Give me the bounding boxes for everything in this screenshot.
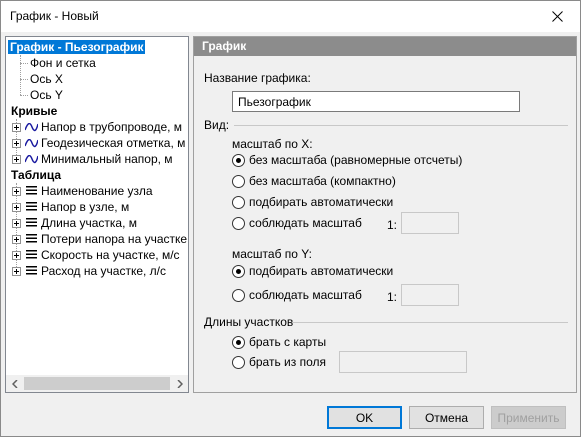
horizontal-scrollbar[interactable] bbox=[6, 375, 188, 392]
window-title: График - Новый bbox=[10, 9, 99, 23]
expand-icon[interactable] bbox=[12, 219, 21, 228]
tree-item-column-flow[interactable]: Расход на участке, л/с bbox=[41, 263, 166, 279]
tree-connector bbox=[20, 55, 21, 95]
scale-x-uniform-radio[interactable]: без масштаба (равномерные отсчеты) bbox=[232, 153, 462, 167]
radio-icon bbox=[232, 355, 245, 369]
tree-item-column-node-name[interactable]: Наименование узла bbox=[41, 183, 153, 199]
scale-x-auto-radio[interactable]: подбирать автоматически bbox=[232, 195, 393, 209]
scale-x-label: масштаб по X: bbox=[232, 137, 313, 151]
scale-x-ratio-label: 1: bbox=[387, 218, 398, 232]
radio-icon bbox=[232, 195, 245, 209]
view-group-label: Вид: bbox=[204, 118, 230, 132]
radio-selected-icon bbox=[232, 264, 245, 278]
column-icon bbox=[26, 202, 37, 211]
scale-y-label: масштаб по Y: bbox=[232, 247, 312, 261]
scroll-right-button[interactable] bbox=[171, 375, 188, 392]
tree-item-curve-pipeline-head[interactable]: Напор в трубопроводе, м bbox=[41, 119, 182, 135]
scale-x-ratio-input[interactable] bbox=[401, 212, 459, 234]
expand-icon[interactable] bbox=[12, 139, 21, 148]
column-icon bbox=[26, 234, 37, 243]
curve-icon bbox=[25, 139, 38, 148]
tree-connector bbox=[20, 63, 28, 64]
scale-y-fixed-radio[interactable]: соблюдать масштаб bbox=[232, 288, 362, 302]
lengths-field-select[interactable] bbox=[339, 351, 467, 373]
tree-group-table[interactable]: Таблица bbox=[11, 167, 61, 183]
tree-item-column-node-head[interactable]: Напор в узле, м bbox=[41, 199, 129, 215]
expand-icon[interactable] bbox=[12, 235, 21, 244]
expand-icon[interactable] bbox=[12, 187, 21, 196]
lengths-from-map-radio[interactable]: брать с карты bbox=[232, 335, 326, 349]
close-button[interactable] bbox=[534, 1, 580, 32]
lengths-group-label: Длины участков bbox=[204, 315, 294, 329]
expand-icon[interactable] bbox=[12, 267, 21, 276]
tree-item-curve-geodetic[interactable]: Геодезическая отметка, м bbox=[41, 135, 185, 151]
cancel-button[interactable]: Отмена bbox=[409, 406, 484, 429]
tree-item-column-velocity[interactable]: Скорость на участке, м/с bbox=[41, 247, 180, 263]
expand-icon[interactable] bbox=[12, 203, 21, 212]
column-icon bbox=[26, 186, 37, 195]
scroll-left-button[interactable] bbox=[6, 375, 23, 392]
lengths-from-field-radio[interactable]: брать из поля bbox=[232, 355, 326, 369]
radio-icon bbox=[232, 174, 245, 188]
tree-item-column-section-length[interactable]: Длина участка, м bbox=[41, 215, 137, 231]
tree-connector bbox=[20, 95, 28, 96]
tree-item-background-grid[interactable]: Фон и сетка bbox=[30, 55, 96, 71]
tree-item-curve-min-head[interactable]: Минимальный напор, м bbox=[41, 151, 173, 167]
scale-y-auto-radio[interactable]: подбирать автоматически bbox=[232, 264, 393, 278]
chevron-left-icon bbox=[11, 379, 18, 388]
column-icon bbox=[26, 266, 37, 275]
expand-icon[interactable] bbox=[12, 123, 21, 132]
expand-icon[interactable] bbox=[12, 155, 21, 164]
column-icon bbox=[26, 250, 37, 259]
dialog-window: График - Новый График - Пьезографик Фон … bbox=[0, 0, 581, 437]
tree-item-axis-y[interactable]: Ось Y bbox=[30, 87, 63, 103]
graph-name-input[interactable] bbox=[232, 91, 520, 112]
group-separator bbox=[292, 322, 568, 323]
column-icon bbox=[26, 218, 37, 227]
radio-selected-icon bbox=[232, 153, 245, 167]
settings-tree[interactable]: График - Пьезографик Фон и сетка Ось X О… bbox=[5, 36, 189, 393]
curve-icon bbox=[25, 155, 38, 164]
panel-header: График bbox=[194, 37, 576, 56]
tree-item-column-head-loss[interactable]: Потери напора на участке bbox=[41, 231, 187, 247]
scale-x-compact-radio[interactable]: без масштаба (компактно) bbox=[232, 174, 396, 188]
graph-name-label: Название графика: bbox=[204, 71, 311, 85]
tree-item-graph-root[interactable]: График - Пьезографик bbox=[8, 39, 146, 55]
tree-item-axis-x[interactable]: Ось X bbox=[30, 71, 63, 87]
expand-icon[interactable] bbox=[12, 251, 21, 260]
apply-button[interactable]: Применить bbox=[491, 406, 566, 429]
radio-icon bbox=[232, 216, 245, 230]
close-icon bbox=[551, 11, 563, 22]
scroll-thumb[interactable] bbox=[24, 377, 170, 390]
scale-y-ratio-input[interactable] bbox=[401, 284, 459, 306]
settings-panel: График Название графика: Вид: масштаб по… bbox=[193, 36, 577, 393]
scale-x-fixed-radio[interactable]: соблюдать масштаб bbox=[232, 216, 362, 230]
group-separator bbox=[234, 125, 568, 126]
tree-connector bbox=[20, 79, 28, 80]
radio-icon bbox=[232, 288, 245, 302]
title-bar: График - Новый bbox=[1, 1, 580, 32]
curve-icon bbox=[25, 123, 38, 132]
radio-selected-icon bbox=[232, 335, 245, 349]
chevron-right-icon bbox=[176, 379, 183, 388]
tree-group-curves[interactable]: Кривые bbox=[11, 103, 57, 119]
ok-button[interactable]: OK bbox=[327, 406, 402, 429]
scale-y-ratio-label: 1: bbox=[387, 290, 398, 304]
